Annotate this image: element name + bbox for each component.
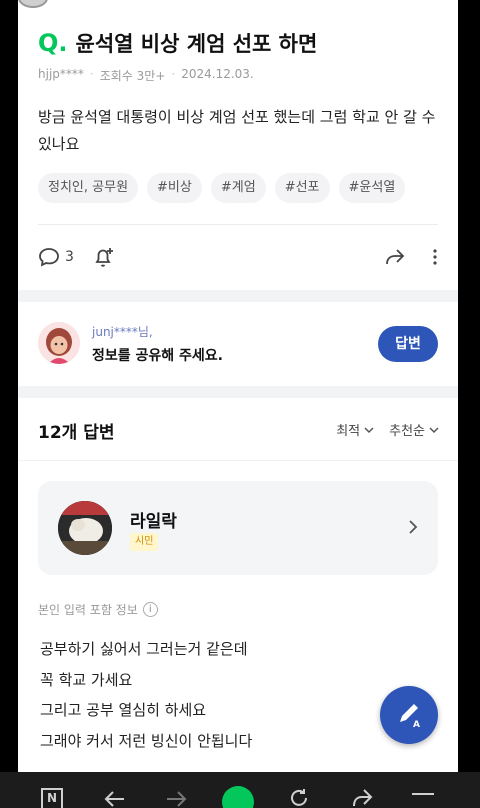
tag-list: 정치인, 공무원 #비상 #계엄 #선포 #윤석열: [38, 173, 406, 203]
tag-item[interactable]: #선포: [274, 173, 330, 203]
phone-screen: Q. 윤석열 비상 계엄 선포 하면 hjjp**** · 조회수 3만+ · …: [18, 0, 458, 772]
chevron-right-icon: [409, 520, 418, 534]
sort-latest-label: 최적: [336, 424, 361, 439]
divider: [38, 224, 438, 225]
naver-logo-icon[interactable]: N: [41, 788, 63, 808]
bell-plus-icon: [95, 248, 113, 267]
answerer-card[interactable]: 라일락 시민: [38, 481, 438, 575]
refresh-icon[interactable]: [288, 788, 310, 808]
answer-line: 꼭 학교 가세요: [40, 670, 133, 689]
comment-button[interactable]: 3: [38, 246, 74, 268]
answerer-avatar: [58, 501, 112, 555]
question-meta: hjjp**** · 조회수 3만+ · 2024.12.03.: [38, 67, 254, 84]
section-gap: [18, 290, 458, 302]
question-title: 윤석열 비상 계엄 선포 하면: [75, 32, 318, 56]
alert-button[interactable]: [92, 245, 116, 269]
prompt-text: 정보를 공유해 주세요.: [92, 348, 223, 364]
share-icon: [386, 249, 405, 265]
info-label-row: 본인 입력 포함 정보 i: [38, 601, 158, 618]
top-avatar: [18, 0, 48, 8]
svg-text:A: A: [413, 720, 420, 730]
info-label: 본인 입력 포함 정보: [38, 603, 138, 617]
info-icon[interactable]: i: [142, 602, 158, 617]
sort-recommended-dropdown[interactable]: 추천순: [389, 420, 440, 439]
question-body-line: 방금 윤석열 대통령이 비상 계엄 선포 했는데 그럼 학교 안 갈 수: [38, 108, 436, 126]
question-mark-icon: Q.: [38, 29, 68, 57]
section-gap: [18, 386, 458, 398]
rank-badge: 시민: [130, 533, 159, 551]
question-body: 방금 윤석열 대통령이 비상 계엄 선포 했는데 그럼 학교 안 갈 수 있나요: [38, 104, 448, 158]
chevron-down-icon: [429, 426, 439, 433]
menu-icon[interactable]: [411, 792, 435, 796]
answer-body: 공부하기 싫어서 그러는거 같은데 꼭 학교 가세요 그리고 공부 열심히 하세…: [40, 634, 252, 756]
question-author[interactable]: hjjp****: [38, 67, 84, 84]
tag-item[interactable]: #계엄: [210, 173, 266, 203]
answer-line: 그래야 커서 저런 빙신이 안됩니다: [40, 731, 253, 750]
comment-count: 3: [65, 249, 74, 265]
question-body-line: 있나요: [38, 135, 80, 153]
chevron-down-icon: [364, 426, 374, 433]
answer-button[interactable]: 답변: [378, 326, 438, 362]
answer-line: 그리고 공부 열심히 하세요: [40, 701, 207, 719]
write-answer-fab[interactable]: A: [380, 686, 438, 744]
user-avatar: [38, 322, 80, 364]
prompt-user: junj****님,: [92, 325, 153, 339]
question-views: 조회수 3만+: [99, 69, 166, 83]
more-vertical-icon: [433, 249, 437, 265]
tag-item[interactable]: #윤석열: [338, 173, 406, 203]
tag-category[interactable]: 정치인, 공무원: [38, 173, 139, 203]
sort-options: 최적 추천순: [336, 420, 440, 439]
answer-prompt: junj****님, 정보를 공유해 주세요. 답변: [38, 320, 438, 370]
question-title-row: Q. 윤석열 비상 계엄 선포 하면: [38, 28, 317, 58]
more-button[interactable]: [432, 248, 438, 266]
answer-line: 공부하기 싫어서 그러는거 같은데: [40, 640, 248, 658]
bottom-navbar: N: [0, 772, 480, 808]
home-button[interactable]: [222, 786, 254, 808]
answers-count: 12개 답변: [38, 423, 115, 443]
back-arrow-icon[interactable]: [104, 790, 126, 808]
comment-icon: [39, 248, 59, 267]
share-button[interactable]: [384, 246, 406, 268]
pencil-icon: A: [400, 704, 420, 730]
sort-latest-dropdown[interactable]: 최적: [336, 420, 375, 439]
question-actions: 3: [38, 244, 438, 270]
forward-arrow-icon[interactable]: [165, 790, 187, 808]
answerer-name: 라일락: [130, 512, 177, 532]
divider: [18, 460, 458, 461]
tag-item[interactable]: #비상: [147, 173, 202, 203]
sort-recommended-label: 추천순: [389, 424, 425, 439]
share-icon[interactable]: [351, 788, 373, 808]
question-date: 2024.12.03.: [181, 67, 254, 81]
